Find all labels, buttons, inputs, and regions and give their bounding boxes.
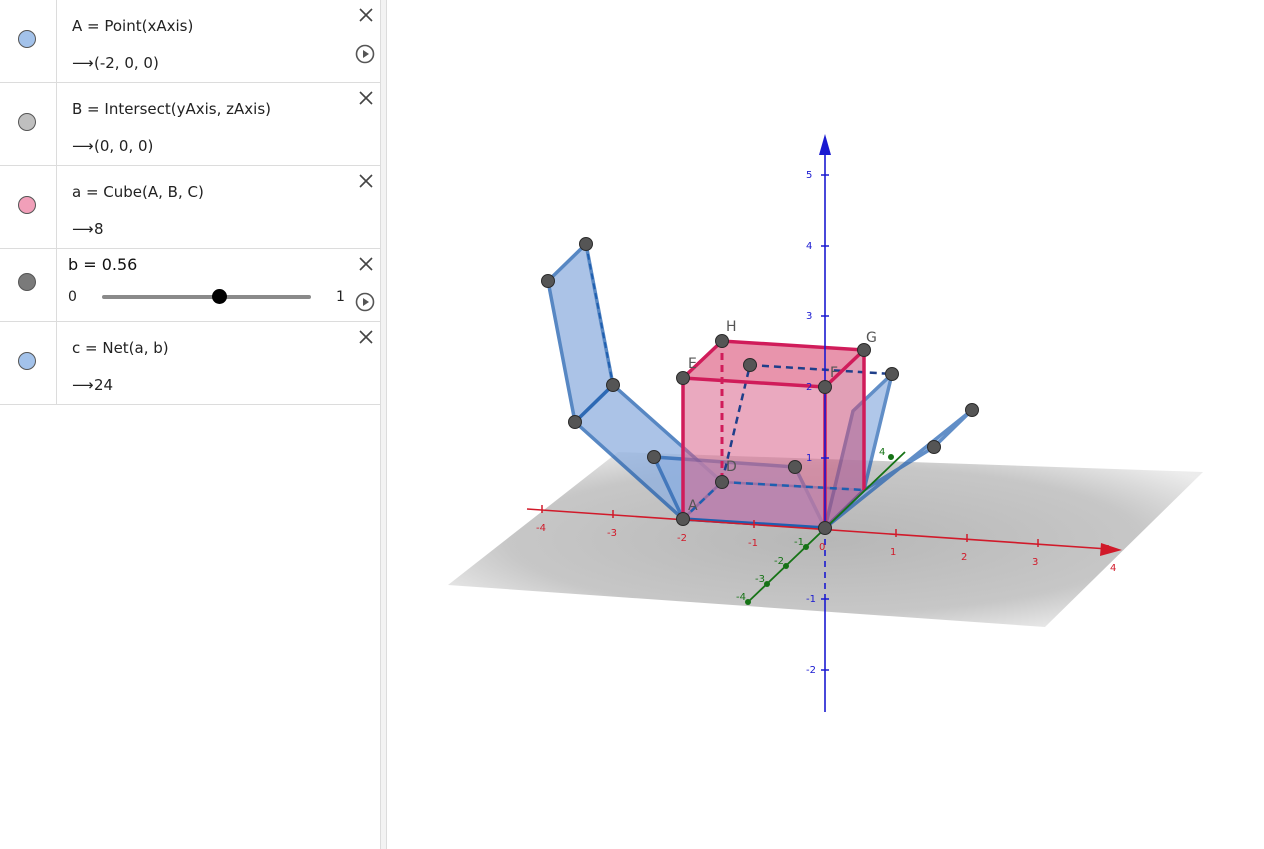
algebra-row-slider-b[interactable]: b = 0.56 0 1 (0, 249, 380, 322)
close-icon[interactable] (358, 173, 374, 189)
vertex-point[interactable] (927, 440, 941, 454)
point-label: E (688, 356, 697, 372)
slider-definition[interactable]: b = 0.56 (68, 255, 137, 274)
visibility-toggle-slider[interactable] (18, 273, 36, 291)
z-tick-label: -1 (806, 594, 816, 605)
vertex-point[interactable] (676, 512, 690, 526)
view-splitter[interactable] (380, 0, 387, 849)
arrow-right-icon: ⟶ (72, 220, 94, 238)
slider-track[interactable] (102, 295, 311, 299)
definition-b[interactable]: B = Intersect(yAxis, zAxis) (72, 100, 271, 118)
close-icon[interactable] (358, 7, 374, 23)
vertex-point[interactable] (715, 475, 729, 489)
z-tick-label: -2 (806, 665, 816, 676)
definition-cube[interactable]: a = Cube(A, B, C) (72, 183, 204, 201)
definition-a[interactable]: A = Point(xAxis) (72, 17, 193, 35)
visibility-toggle-cube[interactable] (18, 196, 36, 214)
point-label: H (726, 319, 737, 335)
visibility-toggle-a[interactable] (18, 30, 36, 48)
x-tick-label: -2 (677, 533, 687, 544)
slider-handle[interactable] (212, 289, 228, 304)
point-label: F (830, 365, 838, 381)
value-a: ⟶(-2, 0, 0) (72, 54, 159, 72)
x-tick-label: -3 (607, 528, 617, 539)
y-tick-label: -3 (755, 574, 765, 585)
play-icon[interactable] (355, 292, 375, 312)
vertex-point[interactable] (606, 378, 620, 392)
arrow-right-icon: ⟶ (72, 137, 94, 155)
algebra-view: A = Point(xAxis) ⟶(-2, 0, 0) B = Interse… (0, 0, 380, 849)
graphics-3d-view[interactable]: -4 -3 -2 -1 0 1 2 3 4 -4 -3 -2 -1 4 5 4 3 2 1 -1 -2 H G E F A D (387, 0, 1264, 849)
algebra-row-net-c[interactable]: c = Net(a, b) ⟶24 (0, 322, 380, 405)
value-cube: ⟶8 (72, 220, 104, 238)
vertex-point[interactable] (647, 450, 661, 464)
vertex-point[interactable] (715, 334, 729, 348)
vertex-point[interactable] (788, 460, 802, 474)
definition-net[interactable]: c = Net(a, b) (72, 339, 169, 357)
algebra-row-point-a[interactable]: A = Point(xAxis) ⟶(-2, 0, 0) (0, 0, 380, 83)
vertex-point[interactable] (579, 237, 593, 251)
visibility-toggle-b[interactable] (18, 113, 36, 131)
x-tick-label: -1 (748, 538, 758, 549)
point-label: A (688, 498, 698, 514)
z-tick-label: 5 (806, 170, 812, 181)
arrow-right-icon: ⟶ (72, 54, 94, 72)
point-label: G (866, 330, 877, 346)
z-tick-label: 3 (806, 311, 812, 322)
value-net: ⟶24 (72, 376, 114, 394)
close-icon[interactable] (358, 329, 374, 345)
close-icon[interactable] (358, 90, 374, 106)
x-tick-label: -4 (536, 523, 546, 534)
x-tick-label: 1 (890, 547, 896, 558)
y-tick-mark (888, 454, 894, 460)
x-tick-label: 3 (1032, 557, 1038, 568)
vertex-point[interactable] (541, 274, 555, 288)
x-tick-label: 4 (1110, 563, 1116, 574)
z-tick-label: 4 (806, 241, 812, 252)
vertex-point[interactable] (568, 415, 582, 429)
x-tick-label: 0 (819, 542, 825, 553)
z-tick-label: 1 (806, 453, 812, 464)
vertex-point[interactable] (885, 367, 899, 381)
value-b: ⟶(0, 0, 0) (72, 137, 154, 155)
algebra-row-cube-a[interactable]: a = Cube(A, B, C) ⟶8 (0, 166, 380, 249)
vertex-point[interactable] (818, 380, 832, 394)
arrow-right-icon: ⟶ (72, 376, 94, 394)
play-icon[interactable] (355, 44, 375, 64)
slider-max: 1 (336, 289, 345, 305)
y-tick-label: -4 (736, 592, 746, 603)
cube-front-face[interactable] (683, 378, 825, 528)
y-tick-label: -1 (794, 537, 804, 548)
point-label: D (726, 459, 737, 475)
slider-min: 0 (68, 289, 77, 305)
vertex-point[interactable] (965, 403, 979, 417)
visibility-toggle-net[interactable] (18, 352, 36, 370)
z-tick-label: 2 (806, 382, 812, 393)
vertex-point[interactable] (676, 371, 690, 385)
vertex-point[interactable] (818, 521, 832, 535)
y-tick-label: -2 (774, 556, 784, 567)
algebra-row-point-b[interactable]: B = Intersect(yAxis, zAxis) ⟶(0, 0, 0) (0, 83, 380, 166)
z-axis-arrow (819, 134, 831, 155)
y-tick-label: 4 (879, 447, 885, 458)
x-tick-label: 2 (961, 552, 967, 563)
close-icon[interactable] (358, 256, 374, 272)
vertex-point[interactable] (743, 358, 757, 372)
